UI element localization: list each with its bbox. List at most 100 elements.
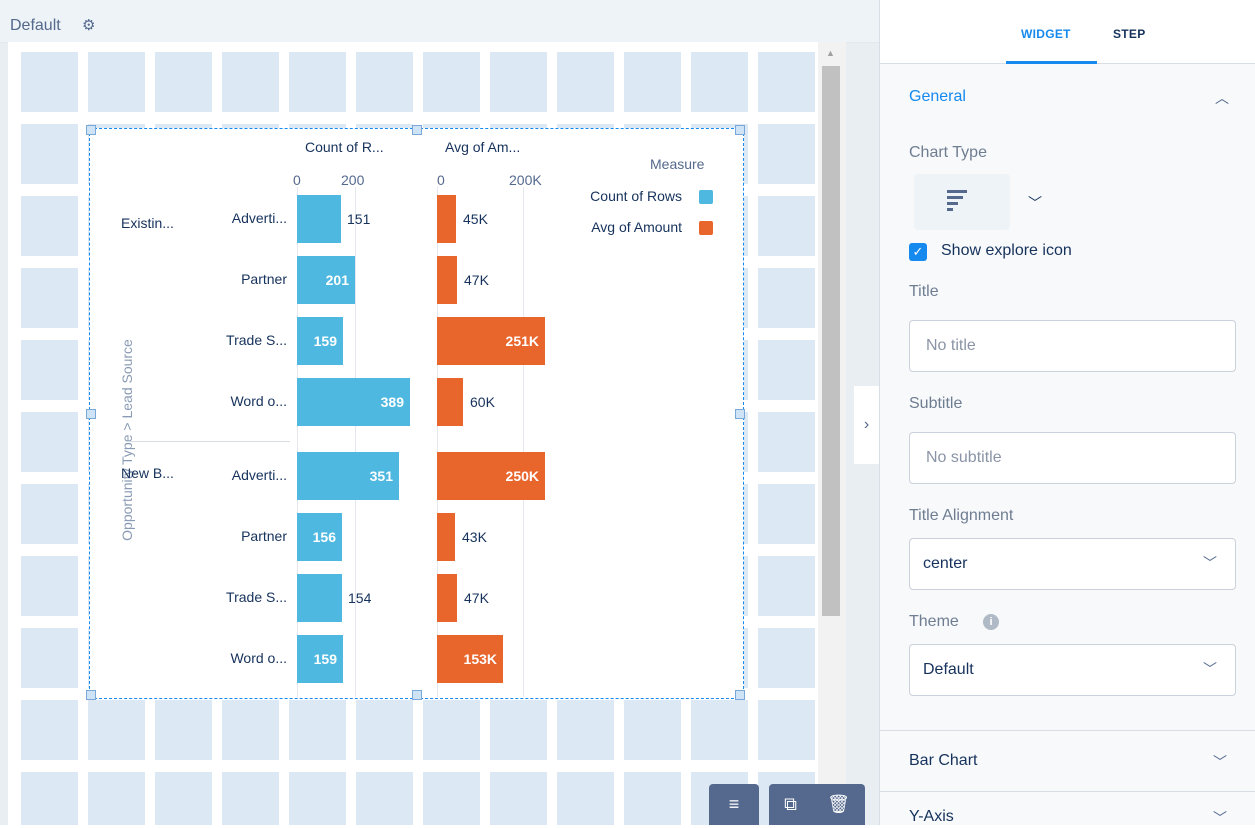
chart-type-label: Chart Type — [909, 144, 987, 161]
chevron-down-icon[interactable]: ﹀ — [1213, 808, 1227, 828]
layout-grid-cell — [758, 196, 815, 256]
layout-grid-cell — [289, 700, 346, 760]
info-icon[interactable]: i — [983, 614, 999, 630]
gear-icon[interactable]: ⚙ — [82, 16, 95, 34]
section-general-heading[interactable]: General — [909, 88, 966, 106]
avg-data-label: 153K — [463, 651, 497, 667]
layout-grid-cell — [21, 412, 78, 472]
clone-icon[interactable]: ⧉ — [784, 794, 797, 815]
count-bar[interactable] — [297, 195, 341, 243]
title-label: Title — [909, 283, 939, 300]
count-axis-title: Count of R... — [305, 139, 384, 155]
layout-grid-cell — [21, 628, 78, 688]
count-data-label: 389 — [380, 394, 404, 410]
layout-grid-cell — [155, 772, 212, 825]
layout-grid-cell — [557, 700, 614, 760]
chevron-up-icon[interactable]: ︿ — [1215, 88, 1229, 108]
layout-grid-cell — [356, 52, 413, 112]
resize-handle[interactable] — [735, 125, 745, 135]
layout-name[interactable]: Default — [10, 17, 61, 35]
layout-grid-cell — [21, 124, 78, 184]
legend-item-avg[interactable]: Avg of Amount — [562, 219, 682, 235]
layout-grid-cell — [423, 700, 480, 760]
layout-bar: Default ⚙ — [0, 0, 879, 43]
avg-data-label: 47K — [464, 590, 489, 606]
bar-chart-icon: ≡ — [728, 794, 740, 814]
category-label: Partner — [241, 528, 287, 544]
dimension-axis-title: Opportunity Type > Lead Source — [119, 339, 135, 541]
section-y-axis-heading[interactable]: Y-Axis — [909, 808, 954, 826]
category-label: Word o... — [230, 650, 287, 666]
layout-grid-cell — [88, 772, 145, 825]
layout-grid-cell — [21, 340, 78, 400]
count-data-label: 156 — [312, 529, 336, 545]
subtitle-input[interactable] — [910, 433, 1235, 483]
category-label: Adverti... — [231, 210, 287, 226]
tab-step[interactable]: STEP — [1113, 27, 1146, 41]
chart-toolbar-button[interactable]: ≡ — [709, 784, 759, 825]
layout-grid-cell — [758, 52, 815, 112]
count-data-label: 154 — [348, 590, 372, 606]
layout-grid-cell — [758, 628, 815, 688]
bar-chart-icon — [947, 190, 967, 211]
title-alignment-select[interactable]: center ﹀ — [909, 538, 1236, 590]
category-label: Word o... — [230, 393, 287, 409]
layout-grid-cell — [356, 772, 413, 825]
chevron-down-icon: ﹀ — [1203, 661, 1217, 677]
legend-swatch-avg — [699, 221, 713, 235]
count-data-label: 151 — [347, 211, 371, 227]
count-data-label: 159 — [313, 651, 337, 667]
resize-handle[interactable] — [735, 690, 745, 700]
avg-bar[interactable] — [437, 195, 456, 243]
avg-bar[interactable] — [437, 378, 463, 426]
resize-handle[interactable] — [86, 690, 96, 700]
count-bar[interactable] — [297, 574, 342, 622]
avg-bar[interactable] — [437, 513, 455, 561]
avg-data-label: 60K — [470, 394, 495, 410]
theme-label: Theme — [909, 613, 959, 630]
layout-grid-cell — [758, 412, 815, 472]
category-label: Partner — [241, 271, 287, 287]
layout-grid-cell — [758, 484, 815, 544]
subtitle-label: Subtitle — [909, 395, 963, 412]
chart-type-button[interactable] — [914, 174, 1010, 230]
delete-icon[interactable]: 🗑 — [827, 794, 850, 815]
chevron-down-icon[interactable]: ﹀ — [1028, 193, 1042, 213]
resize-handle[interactable] — [735, 409, 745, 419]
layout-grid-cell — [289, 52, 346, 112]
show-explore-checkbox[interactable]: ✓ — [909, 243, 927, 261]
panel-collapse-chevron-icon[interactable]: › — [854, 386, 879, 464]
count-data-label: 159 — [313, 333, 337, 349]
layout-grid-cell — [88, 700, 145, 760]
subtitle-field — [909, 432, 1236, 484]
panel-body: General ︿ Chart Type ﹀ ✓ Show explore ic… — [880, 64, 1255, 828]
resize-handle[interactable] — [86, 125, 96, 135]
count-tick-label: 200 — [341, 172, 365, 188]
chevron-down-icon[interactable]: ﹀ — [1213, 752, 1227, 772]
scroll-thumb[interactable] — [822, 66, 840, 616]
layout-grid-cell — [423, 52, 480, 112]
title-input[interactable] — [910, 321, 1235, 371]
properties-panel: WIDGET STEP General ︿ Chart Type ﹀ ✓ Sho… — [879, 0, 1255, 828]
legend-item-count[interactable]: Count of Rows — [572, 188, 682, 204]
section-divider — [880, 791, 1255, 792]
avg-bar[interactable] — [437, 574, 457, 622]
layout-grid-cell — [758, 340, 815, 400]
resize-handle[interactable] — [412, 690, 422, 700]
vertical-scrollbar[interactable]: ▲ — [818, 42, 846, 825]
section-bar-chart-heading[interactable]: Bar Chart — [909, 752, 977, 770]
show-explore-label: Show explore icon — [941, 242, 1072, 259]
axis-gridline — [523, 187, 524, 697]
avg-bar[interactable] — [437, 256, 457, 304]
count-data-label: 351 — [369, 468, 393, 484]
layout-grid-cell — [88, 52, 145, 112]
layout-grid-cell — [222, 700, 279, 760]
resize-handle[interactable] — [86, 409, 96, 419]
resize-handle[interactable] — [412, 125, 422, 135]
scroll-up-icon[interactable]: ▲ — [826, 48, 835, 58]
tab-widget[interactable]: WIDGET — [1021, 27, 1071, 41]
layout-grid-cell — [490, 700, 547, 760]
chart-widget[interactable]: Opportunity Type > Lead Source Count of … — [86, 125, 745, 700]
theme-select[interactable]: Default ﹀ — [909, 644, 1236, 696]
layout-grid-cell — [21, 484, 78, 544]
